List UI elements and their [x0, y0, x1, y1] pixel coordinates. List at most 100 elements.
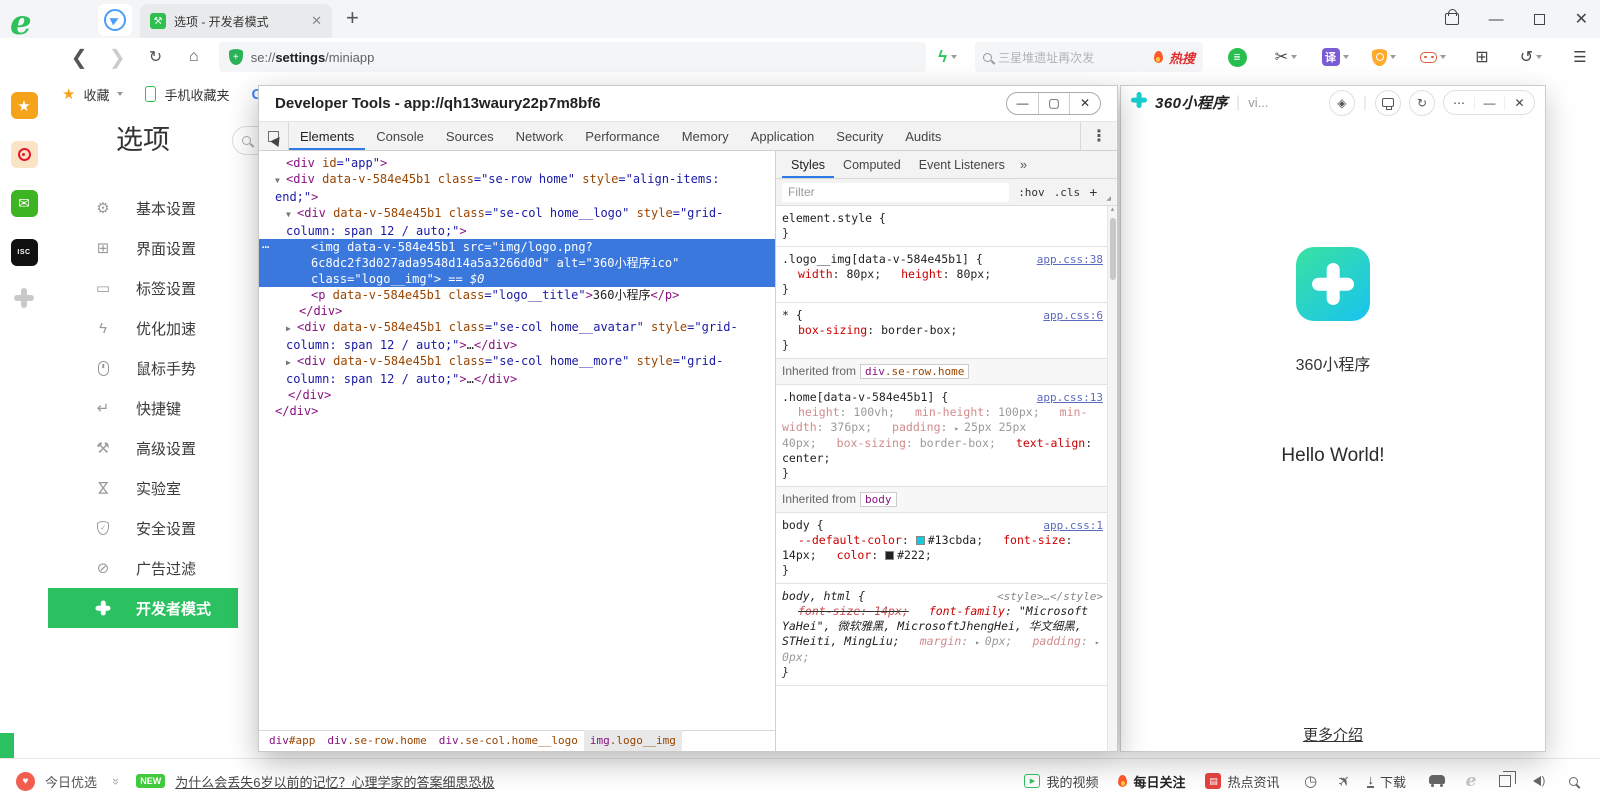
devtools-tab-elements[interactable]: Elements [289, 122, 365, 150]
chevron-down-icon[interactable] [117, 92, 123, 96]
dom-node[interactable]: <div id="app"> [259, 155, 775, 171]
hot-search-label[interactable]: 热搜 [1169, 48, 1195, 67]
security-wallet-button[interactable] [1364, 49, 1404, 66]
devtools-tab-memory[interactable]: Memory [671, 122, 740, 150]
settings-menu-item[interactable]: ⚙基本设置 [48, 188, 238, 228]
class-toggle[interactable]: .cls [1054, 186, 1081, 199]
css-property[interactable]: min-height: 100px; [899, 405, 1044, 419]
settings-menu-item[interactable]: ⊘广告过滤 [48, 548, 238, 588]
history-button[interactable]: ◷ [1299, 772, 1321, 790]
hot-news-button[interactable]: ▤热点资讯 [1205, 772, 1279, 791]
window-maximize-button[interactable] [1534, 14, 1545, 25]
dom-node[interactable]: ▶<div data-v-584e45b1 class="se-col home… [259, 353, 775, 387]
boost-button[interactable]: ✈ [1333, 772, 1355, 790]
mute-button[interactable]: ) [1528, 775, 1550, 787]
devtools-tab-security[interactable]: Security [825, 122, 894, 150]
miniapp-about-button[interactable]: ◈ [1329, 90, 1355, 116]
games-button[interactable] [1413, 52, 1453, 63]
stylesheet-source-link[interactable]: <style>…</style> [997, 589, 1103, 604]
breadcrumb-item[interactable]: div.se-col.home__logo [433, 730, 584, 751]
browser-tab[interactable]: ⚒ 选项 - 开发者模式 ✕ [140, 4, 332, 38]
devtools-tab-console[interactable]: Console [365, 122, 435, 150]
breadcrumb-item[interactable]: div#app [263, 730, 321, 751]
dom-node[interactable]: </div> [259, 403, 775, 419]
styles-tab-event-listeners[interactable]: Event Listeners [910, 151, 1014, 178]
devtools-tab-audits[interactable]: Audits [894, 122, 952, 150]
window-close-button[interactable]: ✕ [1575, 9, 1588, 29]
miniapp-rail-button[interactable] [14, 288, 34, 313]
download-button[interactable]: ↓下载 [1367, 772, 1406, 791]
color-swatch[interactable] [885, 551, 894, 560]
color-swatch[interactable] [916, 536, 925, 545]
new-style-rule-button[interactable]: + [1089, 184, 1097, 200]
css-property[interactable]: box-sizing: border-box; [782, 323, 961, 337]
devtools-close-button[interactable]: ✕ [1069, 93, 1100, 114]
home-button[interactable]: ⌂ [175, 48, 213, 66]
settings-menu-item[interactable]: 开发者模式 [48, 588, 238, 628]
screenshot-button[interactable]: ✂ [1266, 47, 1306, 67]
rule-selector[interactable]: body { [782, 518, 1043, 533]
css-property[interactable]: --default-color: #13cbda; [782, 533, 987, 547]
expand-arrow-open-icon[interactable]: ▼ [286, 207, 297, 223]
expand-arrow-closed-icon[interactable]: ▶ [286, 321, 297, 337]
styles-tab-computed[interactable]: Computed [834, 151, 910, 178]
feedback-side-tab[interactable] [0, 733, 14, 758]
hover-state-toggle[interactable]: :hov [1018, 186, 1045, 199]
rule-selector[interactable]: element.style { [782, 211, 1107, 226]
back-button[interactable]: ❮ [60, 45, 98, 70]
site-security-shield-icon[interactable]: + [229, 49, 243, 65]
node-options-icon[interactable]: ⋯ [262, 239, 270, 255]
dom-node-selected[interactable]: ⋯<img data-v-584e45b1 src="img/logo.png?… [259, 239, 775, 287]
forward-button[interactable]: ❯ [98, 45, 136, 70]
dom-node[interactable]: </div> [259, 387, 775, 403]
miniapp-desktop-button[interactable] [1375, 90, 1401, 116]
my-videos-button[interactable]: ▶我的视频 [1024, 772, 1098, 791]
speed-mode-button[interactable]: ϟ [938, 47, 957, 67]
isc-rail-button[interactable]: ISC [11, 239, 38, 266]
favorites-label[interactable]: 收藏 [83, 85, 109, 104]
translate-button[interactable]: 译 [1315, 48, 1355, 66]
new-tab-button[interactable]: + [346, 5, 359, 31]
devtools-tab-network[interactable]: Network [505, 122, 575, 150]
search-box[interactable]: 三星堆遗址再次发 热搜 [975, 42, 1203, 72]
css-property[interactable]: color: #222; [821, 548, 936, 562]
bookmark-phone-folder[interactable]: 手机收藏夹 [164, 85, 229, 104]
css-property[interactable]: box-sizing: border-box; [821, 436, 1000, 450]
expand-arrow-open-icon[interactable]: ▼ [275, 173, 286, 189]
news-headline-link[interactable]: 为什么会丢失6岁以前的记忆？心理学家的答案细思恐极 [175, 772, 494, 791]
menu-button[interactable]: ☰ [1560, 48, 1600, 66]
apps-grid-button[interactable]: ⊞ [1462, 47, 1502, 67]
css-property[interactable]: margin: ▸ 0px; [904, 634, 1017, 648]
styles-filter-input[interactable]: Filter [782, 183, 1009, 202]
dom-node[interactable]: ▼<div data-v-584e45b1 class="se-row home… [259, 171, 775, 205]
css-property[interactable]: height: 80px; [885, 267, 995, 281]
devtools-tab-application[interactable]: Application [740, 122, 826, 150]
devtools-minimize-button[interactable]: — [1007, 93, 1038, 114]
dom-node[interactable]: ▶<div data-v-584e45b1 class="se-col home… [259, 319, 775, 353]
devtools-tab-sources[interactable]: Sources [435, 122, 505, 150]
ie-mode-button[interactable]: e [1460, 771, 1482, 791]
multi-window-button[interactable] [1494, 775, 1516, 787]
stylesheet-source-link[interactable]: app.css:1 [1043, 518, 1103, 533]
breadcrumb-item[interactable]: div.se-row.home [321, 730, 432, 751]
miniapp-minimize-button[interactable]: — [1474, 96, 1504, 110]
settings-menu-item[interactable]: ϟ优化加速 [48, 308, 238, 348]
rule-selector[interactable]: * { [782, 308, 1043, 323]
double-chevron-icon[interactable]: » [109, 777, 124, 784]
shopping-bag-icon[interactable] [1445, 13, 1459, 25]
settings-menu-item[interactable]: ↵快捷键 [48, 388, 238, 428]
settings-menu-item[interactable]: ⚒高级设置 [48, 428, 238, 468]
settings-menu-item[interactable]: ✓安全设置 [48, 508, 238, 548]
settings-menu-item[interactable]: ⊞界面设置 [48, 228, 238, 268]
car-mode-button[interactable] [1426, 778, 1448, 784]
rule-selector[interactable]: .home[data-v-584e45b1] { [782, 390, 1037, 405]
dom-node[interactable]: <p data-v-584e45b1 class="logo__title">3… [259, 287, 775, 303]
miniapp-header[interactable]: 360小程序 | vi... ◈ | ↻ ⋯ — ✕ [1121, 86, 1545, 119]
recently-closed-button[interactable]: ↺ [1511, 47, 1551, 67]
stylesheet-source-link[interactable]: app.css:13 [1037, 390, 1103, 405]
tab-close-icon[interactable]: ✕ [311, 13, 322, 29]
daily-follow-button[interactable]: 每日关注 [1118, 772, 1185, 791]
settings-menu-item[interactable]: ▭标签设置 [48, 268, 238, 308]
rule-selector[interactable]: .logo__img[data-v-584e45b1] { [782, 252, 1037, 267]
pinned-miniapp-button[interactable] [98, 4, 132, 36]
